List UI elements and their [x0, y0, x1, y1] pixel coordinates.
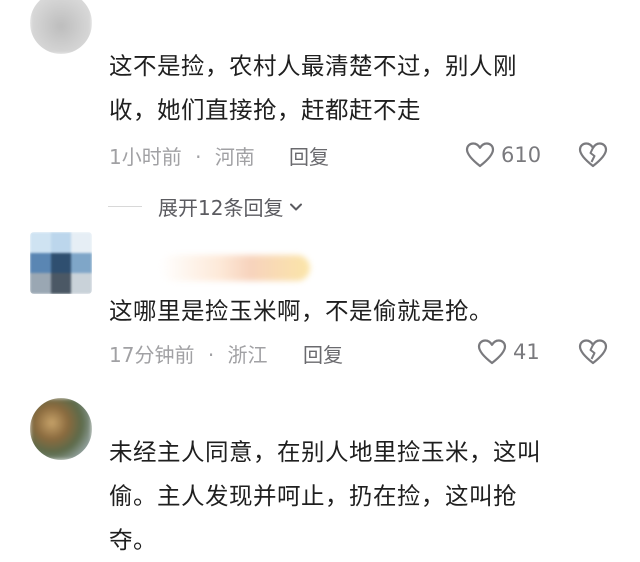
meta-separator: · [207, 343, 215, 367]
comment-time: 17分钟前 [109, 343, 195, 367]
comment-time: 1小时前 [109, 145, 182, 169]
comment-text: 这哪里是捡玉米啊，不是偷就是抢。 [109, 297, 493, 325]
blurred-photo-avatar-icon [30, 398, 92, 460]
chevron-down-icon [290, 203, 303, 210]
like-button[interactable]: 610 [465, 140, 541, 170]
broken-heart-icon[interactable] [578, 337, 608, 367]
pixelated-avatar-icon [30, 232, 92, 294]
blurred-emoji-icon [160, 255, 310, 281]
broken-heart-icon[interactable] [578, 140, 608, 170]
avatar[interactable] [30, 0, 92, 54]
expand-divider [108, 205, 142, 208]
reply-button[interactable]: 回复 [289, 141, 329, 170]
comment-text: 未经主人同意，在别人地里捡玉米，这叫 偷。主人发现并呵止，扔在捡，这叫抢 夺。 [109, 438, 541, 554]
like-count: 41 [513, 340, 540, 364]
expand-replies-label: 展开12条回复 [158, 196, 284, 220]
comment-meta: 17分钟前 · 浙江 [109, 339, 268, 368]
heart-icon [477, 339, 507, 365]
avatar[interactable] [30, 232, 92, 294]
reply-button[interactable]: 回复 [303, 339, 343, 368]
avatar[interactable] [30, 398, 92, 460]
comment-meta: 1小时前 · 河南 [109, 141, 255, 170]
comment-location: 河南 [214, 145, 255, 169]
like-count: 610 [501, 143, 542, 167]
meta-separator: · [195, 145, 202, 169]
blurred-avatar-icon [30, 0, 92, 54]
comment-text: 这不是捡，农村人最清楚不过，别人刚 收，她们直接抢，赶都赶不走 [109, 52, 517, 124]
expand-replies-button[interactable]: 展开12条回复 [108, 192, 305, 221]
heart-icon [465, 142, 495, 168]
like-button[interactable]: 41 [477, 337, 540, 367]
comment-location: 浙江 [227, 343, 268, 367]
